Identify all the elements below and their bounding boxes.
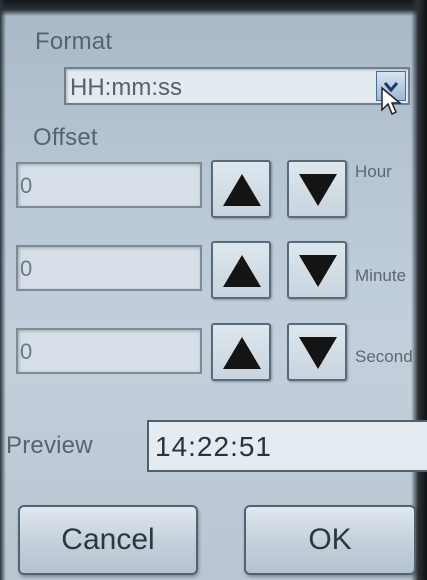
up-triangle-icon: [223, 174, 261, 206]
down-triangle-icon: [299, 255, 337, 287]
device-bezel-right: [411, 0, 427, 580]
offset-label: Offset: [33, 124, 98, 151]
cancel-button[interactable]: Cancel: [18, 505, 198, 575]
hour-offset-value: 0: [20, 173, 33, 198]
format-dropdown[interactable]: HH:mm:ss: [64, 67, 410, 105]
minute-unit-label: Minute: [355, 266, 407, 285]
minute-offset-value: 0: [20, 256, 33, 281]
cancel-button-label: Cancel: [61, 523, 155, 556]
up-triangle-icon: [223, 337, 261, 369]
down-triangle-icon: [299, 337, 337, 369]
format-label: Format: [35, 28, 113, 55]
hour-unit-label: Hour: [355, 162, 392, 181]
second-offset-value: 0: [20, 339, 33, 364]
hour-decrement-button[interactable]: [287, 160, 347, 218]
second-unit-label: Second: [355, 347, 413, 366]
minute-offset-input[interactable]: 0: [16, 245, 202, 291]
minute-increment-button[interactable]: [211, 241, 271, 299]
ok-button[interactable]: OK: [244, 505, 416, 575]
minute-decrement-button[interactable]: [287, 241, 347, 299]
preview-display: 14:22:51: [147, 420, 427, 472]
second-decrement-button[interactable]: [287, 323, 347, 381]
second-offset-input[interactable]: 0: [16, 328, 202, 374]
device-bezel-top: [0, 0, 427, 16]
hour-offset-input[interactable]: 0: [16, 162, 202, 208]
format-selected-value: HH:mm:ss: [70, 74, 182, 101]
down-triangle-icon: [299, 174, 337, 206]
preview-time-value: 14:22:51: [155, 431, 272, 462]
device-bezel-left: [0, 0, 6, 580]
up-triangle-icon: [223, 255, 261, 287]
hour-increment-button[interactable]: [211, 160, 271, 218]
preview-label: Preview: [6, 432, 93, 459]
second-increment-button[interactable]: [211, 323, 271, 381]
time-format-dialog: Format HH:mm:ss Offset 0 Hour 0 Minute 0: [0, 0, 427, 580]
mouse-pointer-icon: [381, 86, 402, 116]
ok-button-label: OK: [308, 523, 352, 556]
